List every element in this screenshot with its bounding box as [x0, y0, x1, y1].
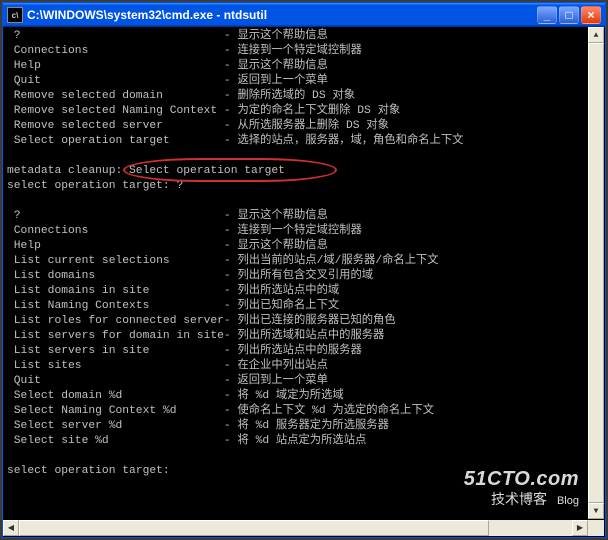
minimize-button[interactable]: _	[537, 6, 557, 24]
scrollbar-corner	[588, 520, 604, 536]
horizontal-scrollbar[interactable]: ◀ ▶	[3, 520, 604, 536]
titlebar[interactable]: c\ C:\WINDOWS\system32\cmd.exe - ntdsuti…	[3, 3, 605, 27]
scroll-down-button[interactable]: ▼	[588, 503, 604, 519]
cmd-window: c\ C:\WINDOWS\system32\cmd.exe - ntdsuti…	[2, 2, 606, 538]
window-title: C:\WINDOWS\system32\cmd.exe - ntdsutil	[27, 8, 537, 22]
scroll-up-button[interactable]: ▲	[588, 27, 604, 43]
scroll-left-button[interactable]: ◀	[3, 520, 19, 536]
scroll-right-button[interactable]: ▶	[572, 520, 588, 536]
maximize-button[interactable]: □	[559, 6, 579, 24]
window-controls: _ □ ×	[537, 6, 601, 24]
system-menu-icon[interactable]: c\	[7, 7, 23, 23]
console-output[interactable]: ? - 显示这个帮助信息 Connections - 连接到一个特定域控制器 H…	[3, 27, 605, 537]
vertical-scroll-thumb[interactable]	[588, 43, 604, 503]
vertical-scrollbar[interactable]: ▲ ▼	[588, 27, 604, 519]
horizontal-scroll-thumb[interactable]	[19, 520, 489, 536]
close-button[interactable]: ×	[581, 6, 601, 24]
